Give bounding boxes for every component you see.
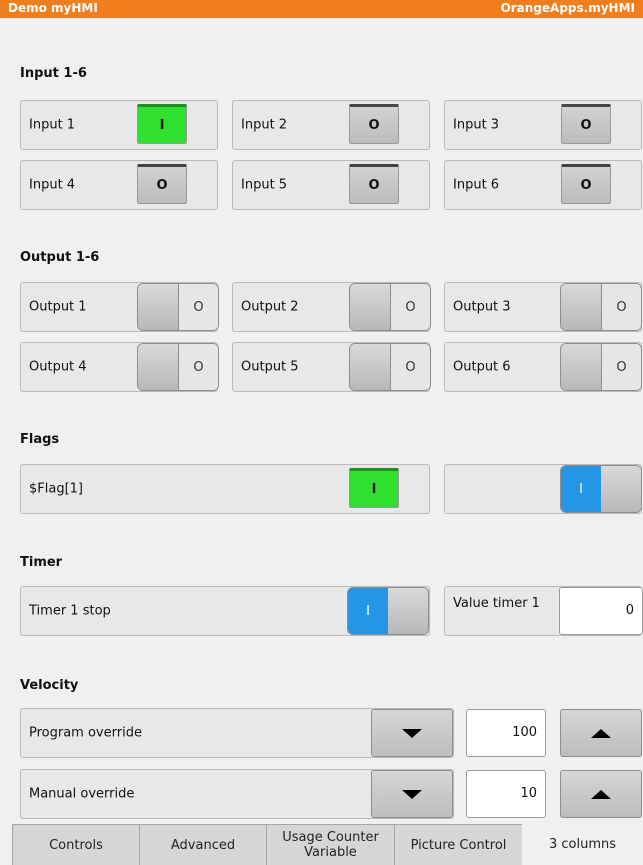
arrow-down-icon [402,789,422,799]
timer-stop-toggle-knob [388,588,428,634]
flag-toggle-text: I [561,466,601,512]
flag-toggle-knob [601,466,641,512]
output-4-toggle-knob [138,344,178,390]
input-3-cell: Input 3 O [444,100,642,150]
input-2-cell: Input 2 O [232,100,430,150]
output-5-label: Output 5 [241,359,299,375]
output-3-toggle[interactable]: O [560,283,642,331]
flag-1-label: $Flag[1] [29,481,83,497]
output-4-toggle-text: O [178,344,218,390]
manual-override-increase-button[interactable] [560,770,642,818]
manual-override-value[interactable]: 10 [466,770,546,818]
output-3-cell: Output 3 O [444,282,642,332]
input-4-cell: Input 4 O [20,160,218,210]
arrow-up-icon [591,728,611,738]
timer-stop-toggle-text: I [348,588,388,634]
header-bar: Demo myHMI OrangeApps.myHMI [0,0,643,18]
output-3-toggle-knob [561,284,601,330]
flag-1-cell: $Flag[1] I [20,464,430,514]
timer-value-cell: Value timer 1 0 [444,586,643,636]
program-override-label: Program override [29,725,142,741]
input-6-label: Input 6 [453,177,500,193]
output-5-cell: Output 5 O [232,342,431,392]
output-6-toggle[interactable]: O [560,343,642,391]
arrow-down-icon [402,728,422,738]
input-3-indicator: O [561,104,611,144]
timer-value-label: Value timer 1 [453,596,540,611]
output-6-cell: Output 6 O [444,342,642,392]
input-5-label: Input 5 [241,177,288,193]
brand-label: OrangeApps.myHMI [500,1,635,15]
outputs-section-title: Output 1-6 [20,250,100,265]
output-2-cell: Output 2 O [232,282,431,332]
output-4-toggle[interactable]: O [137,343,219,391]
output-1-toggle-text: O [178,284,218,330]
output-2-toggle[interactable]: O [349,283,431,331]
input-1-label: Input 1 [29,117,76,133]
output-5-toggle-knob [350,344,390,390]
output-5-toggle-text: O [390,344,430,390]
input-1-indicator: I [137,104,187,144]
app-title: Demo myHMI [8,1,98,15]
output-1-cell: Output 1 O [20,282,219,332]
output-1-toggle-knob [138,284,178,330]
output-4-cell: Output 4 O [20,342,219,392]
arrow-up-icon [591,789,611,799]
output-2-toggle-text: O [390,284,430,330]
tab-picture-control[interactable]: Picture Control [394,824,523,865]
input-2-indicator: O [349,104,399,144]
output-6-toggle-knob [561,344,601,390]
input-6-indicator: O [561,164,611,204]
velocity-section-title: Velocity [20,678,79,693]
flag-switch-cell: I [444,464,642,514]
input-3-label: Input 3 [453,117,500,133]
program-override-value[interactable]: 100 [466,709,546,757]
input-5-indicator: O [349,164,399,204]
inputs-section-title: Input 1-6 [20,66,87,81]
input-1-cell: Input 1 I [20,100,218,150]
flag-1-indicator: I [349,468,399,508]
output-6-toggle-text: O [601,344,641,390]
input-4-label: Input 4 [29,177,76,193]
output-3-toggle-text: O [601,284,641,330]
output-1-toggle[interactable]: O [137,283,219,331]
timer-stop-toggle[interactable]: I [347,587,429,635]
manual-override-decrease-button[interactable] [371,770,453,818]
tab-3-columns[interactable]: 3 columns [522,824,643,865]
input-4-indicator: O [137,164,187,204]
flag-toggle-switch[interactable]: I [560,465,642,513]
manual-override-label: Manual override [29,786,135,802]
tab-bar: Controls Advanced Usage Counter Variable… [12,824,643,865]
tab-controls[interactable]: Controls [12,824,140,865]
output-2-toggle-knob [350,284,390,330]
input-2-label: Input 2 [241,117,288,133]
input-5-cell: Input 5 O [232,160,430,210]
output-6-label: Output 6 [453,359,511,375]
output-4-label: Output 4 [29,359,87,375]
output-5-toggle[interactable]: O [349,343,431,391]
timer-stop-cell: Timer 1 stop I [20,586,430,636]
output-1-label: Output 1 [29,299,87,315]
flags-section-title: Flags [20,432,60,447]
tab-advanced[interactable]: Advanced [139,824,267,865]
input-6-cell: Input 6 O [444,160,642,210]
output-3-label: Output 3 [453,299,511,315]
program-override-increase-button[interactable] [560,709,642,757]
timer-value-field[interactable]: 0 [559,587,643,635]
output-2-label: Output 2 [241,299,299,315]
tab-usage-counter-variable[interactable]: Usage Counter Variable [266,824,395,865]
timer-stop-label: Timer 1 stop [29,603,111,619]
program-override-decrease-button[interactable] [371,709,453,757]
timer-section-title: Timer [20,555,63,570]
